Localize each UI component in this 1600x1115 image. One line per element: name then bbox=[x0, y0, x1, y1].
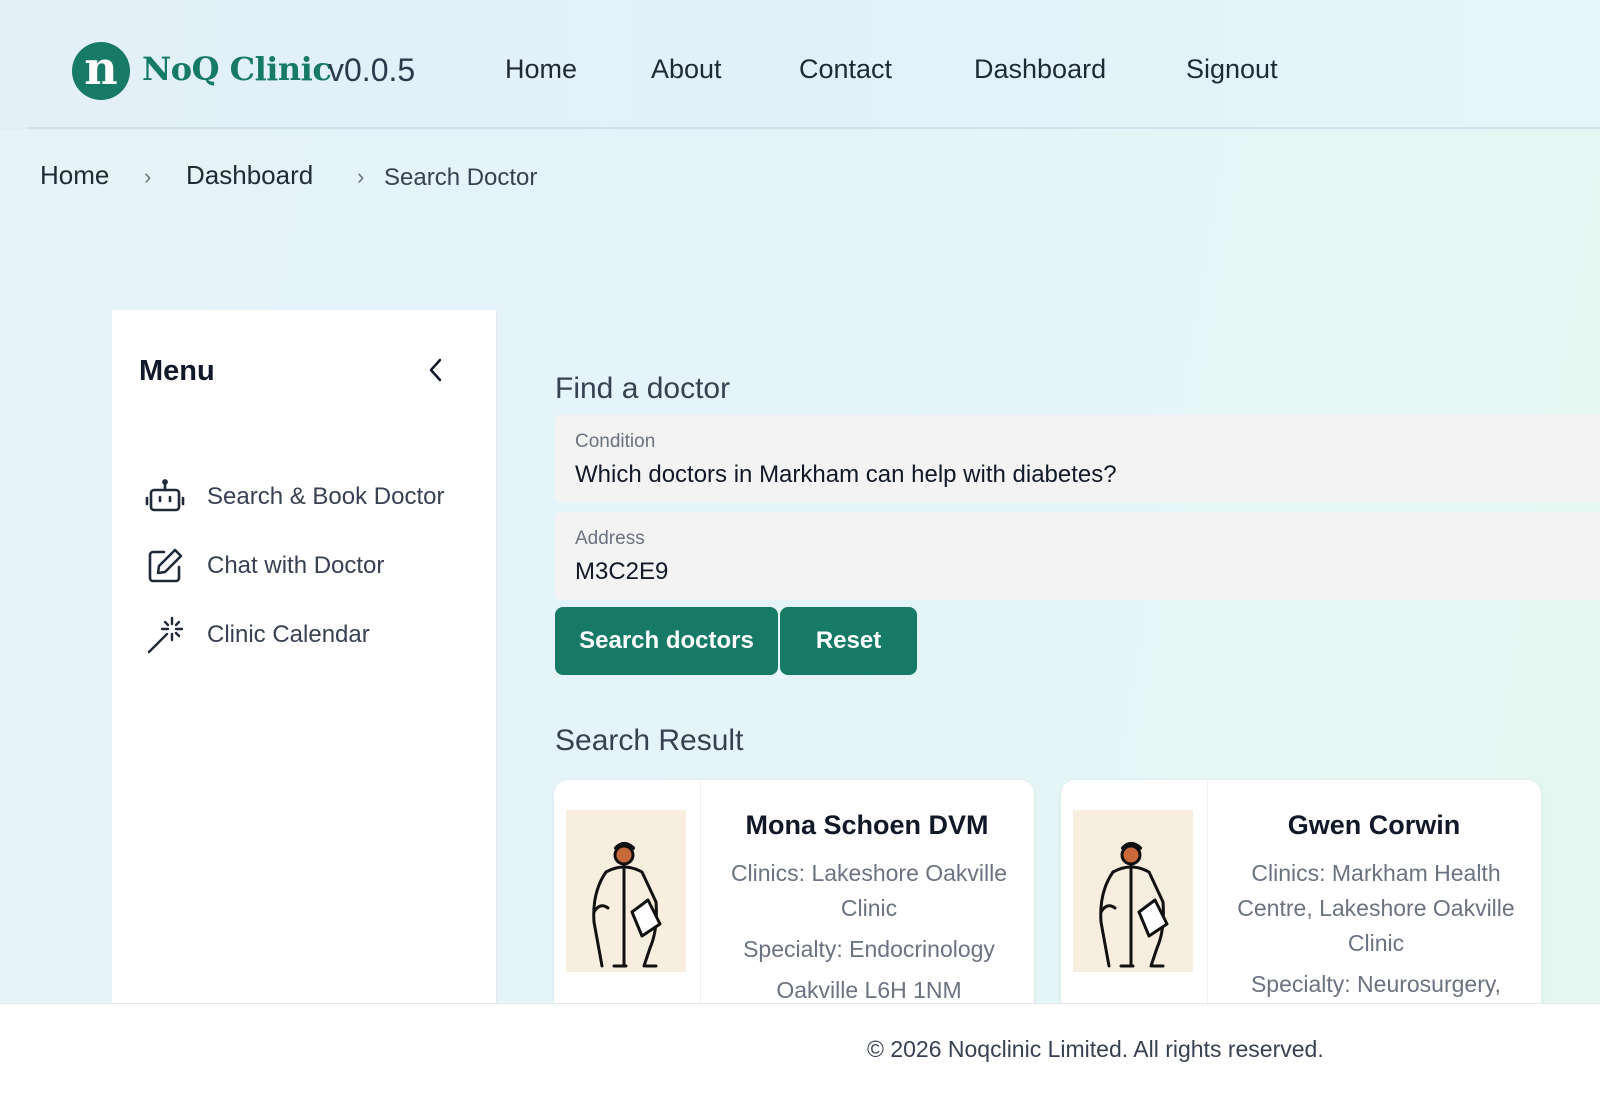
address-label: Address bbox=[575, 528, 645, 549]
doctor-card[interactable]: Gwen Corwin Clinics: Markham Health Cent… bbox=[1061, 780, 1541, 1020]
doctor-name: Gwen Corwin bbox=[1287, 810, 1461, 840]
doctor-name: Mona Schoen DVM bbox=[745, 810, 989, 840]
condition-field[interactable]: Condition bbox=[555, 415, 1600, 503]
brand-name[interactable]: NoQ Clinic bbox=[142, 50, 332, 88]
breadcrumb-current: Search Doctor bbox=[384, 164, 538, 191]
logo-icon[interactable]: n bbox=[72, 42, 130, 100]
sidebar-item-search-book[interactable]: Search & Book Doctor bbox=[144, 473, 474, 521]
sidebar-item-label: Search & Book Doctor bbox=[207, 483, 445, 510]
menu-title: Menu bbox=[139, 355, 215, 387]
nav-contact[interactable]: Contact bbox=[799, 54, 892, 85]
sidebar-item-calendar[interactable]: Clinic Calendar bbox=[144, 611, 474, 659]
robot-icon bbox=[144, 476, 186, 518]
doctor-specialty: Specialty: Neurosurgery, bbox=[1250, 971, 1502, 997]
search-doctors-button[interactable]: Search doctors bbox=[555, 607, 778, 675]
doctor-specialty: Specialty: Endocrinology bbox=[743, 936, 995, 962]
address-input[interactable] bbox=[575, 558, 1575, 586]
header-divider bbox=[26, 127, 1600, 129]
breadcrumb-dashboard[interactable]: Dashboard bbox=[186, 160, 313, 191]
doctor-card[interactable]: Mona Schoen DVM Clinics: Lakeshore Oakvi… bbox=[554, 780, 1034, 1020]
copyright-text: © 2026 Noqclinic Limited. All rights res… bbox=[867, 1036, 1324, 1062]
nav-signout[interactable]: Signout bbox=[1186, 54, 1278, 85]
nav-home[interactable]: Home bbox=[505, 54, 577, 85]
address-field[interactable]: Address bbox=[555, 512, 1600, 600]
top-header: n NoQ Clinic v0.0.5 Home About Contact D… bbox=[0, 0, 1600, 130]
chevron-left-icon[interactable] bbox=[422, 356, 450, 384]
doctor-avatar bbox=[1073, 810, 1193, 972]
breadcrumb-separator: › bbox=[144, 164, 152, 189]
breadcrumb-home[interactable]: Home bbox=[40, 160, 109, 191]
sidebar-item-label: Chat with Doctor bbox=[207, 552, 385, 579]
edit-icon bbox=[144, 545, 186, 587]
search-result-heading: Search Result bbox=[555, 724, 744, 757]
doctor-avatar bbox=[566, 810, 686, 972]
doctor-clinics: Clinics: Lakeshore Oakville Clinic bbox=[730, 860, 1008, 921]
sidebar-item-chat[interactable]: Chat with Doctor bbox=[144, 542, 474, 590]
magic-wand-icon bbox=[144, 614, 186, 656]
doctor-info: Clinics: Markham Health Centre, Lakeshor… bbox=[1221, 856, 1531, 1008]
condition-label: Condition bbox=[575, 431, 656, 452]
doctor-info: Clinics: Lakeshore Oakville Clinic Speci… bbox=[714, 856, 1024, 1014]
page-footer: © 2026 Noqclinic Limited. All rights res… bbox=[0, 1003, 1600, 1115]
reset-button[interactable]: Reset bbox=[780, 607, 917, 675]
app-version: v0.0.5 bbox=[328, 52, 416, 88]
find-doctor-heading: Find a doctor bbox=[555, 372, 731, 405]
nav-about[interactable]: About bbox=[651, 54, 722, 85]
doctor-clinics: Clinics: Markham Health Centre, Lakeshor… bbox=[1237, 860, 1515, 956]
nav-dashboard[interactable]: Dashboard bbox=[974, 54, 1106, 85]
breadcrumb-separator: › bbox=[357, 164, 365, 189]
sidebar-menu: Menu Search & Book Doctor Chat with Doct… bbox=[112, 310, 497, 1005]
sidebar-item-label: Clinic Calendar bbox=[207, 621, 370, 648]
condition-input[interactable] bbox=[575, 461, 1575, 489]
